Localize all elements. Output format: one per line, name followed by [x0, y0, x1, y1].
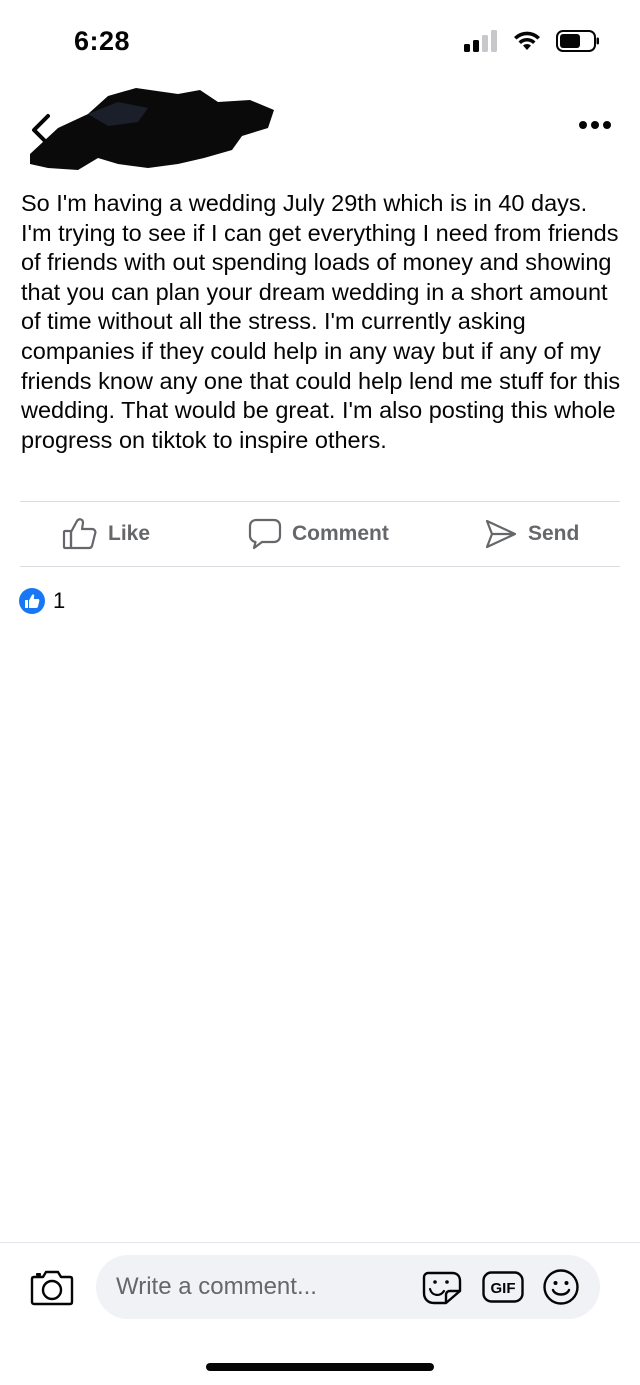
post-header [0, 88, 640, 178]
home-indicator[interactable] [206, 1363, 434, 1371]
camera-icon[interactable] [30, 1267, 74, 1307]
comment-bubble-icon [248, 518, 282, 550]
reaction-summary[interactable]: 1 [19, 588, 65, 614]
sticker-icon[interactable] [422, 1269, 462, 1305]
comment-button[interactable]: Comment [248, 503, 389, 565]
comment-composer: GIF [0, 1242, 640, 1385]
thumbs-up-icon [62, 518, 97, 550]
status-time: 6:28 [74, 26, 131, 56]
status-icons [464, 30, 600, 52]
comment-box: GIF [96, 1255, 600, 1319]
gif-icon: GIF [482, 1271, 524, 1303]
like-reaction-icon [19, 588, 45, 614]
battery-icon [556, 30, 599, 52]
emoji-icon[interactable] [542, 1268, 580, 1306]
send-label: Send [528, 522, 580, 545]
like-button[interactable]: Like [62, 503, 150, 565]
wifi-icon [514, 31, 540, 50]
comment-input[interactable] [116, 1255, 416, 1319]
reaction-count: 1 [53, 588, 66, 613]
gif-label: GIF [491, 1280, 516, 1297]
redacted-author [30, 88, 274, 170]
gif-button[interactable]: GIF [482, 1271, 524, 1303]
divider [20, 566, 620, 567]
post-text: So I'm having a wedding July 29th which … [21, 190, 621, 453]
send-arrow-icon [485, 519, 517, 549]
action-bar: Like Comment Send [20, 503, 620, 565]
send-button[interactable]: Send [484, 503, 579, 565]
divider [20, 501, 620, 502]
like-label: Like [108, 522, 151, 545]
comment-label: Comment [292, 522, 389, 545]
cellular-signal-icon [464, 30, 497, 52]
status-bar: 6:28 [0, 0, 640, 88]
more-dots-icon[interactable] [578, 118, 612, 132]
